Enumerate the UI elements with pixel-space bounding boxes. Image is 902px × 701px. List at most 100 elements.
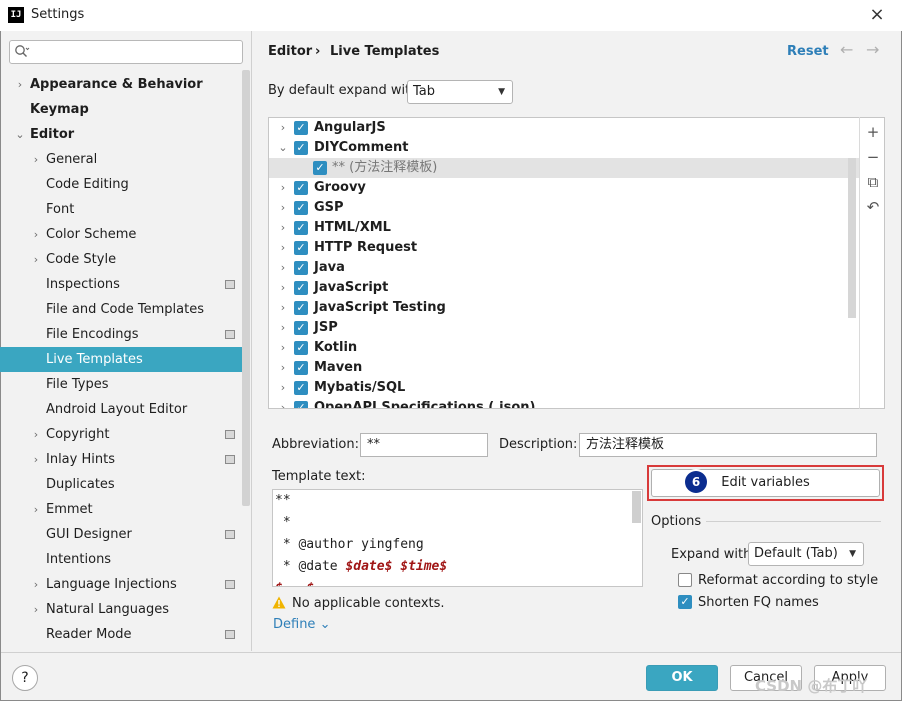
chevron-right-icon: › — [33, 503, 39, 516]
default-expand-select[interactable]: Tab ▼ — [407, 80, 513, 104]
checkbox-checked-icon[interactable]: ✓ — [294, 341, 308, 355]
chevron-right-icon: › — [280, 381, 286, 394]
tree-item-live-templates[interactable]: Live Templates — [0, 347, 250, 372]
checkbox-checked-icon[interactable]: ✓ — [294, 181, 308, 195]
template-group-mybatis-sql[interactable]: › ✓ Mybatis/SQL — [269, 378, 859, 398]
template-group-http-request[interactable]: › ✓ HTTP Request — [269, 238, 859, 258]
template-group-openapi[interactable]: › ✓ OpenAPI Specifications (.json) — [269, 398, 859, 408]
tree-item-label: Inlay Hints — [46, 452, 115, 467]
chevron-right-icon: › — [280, 201, 286, 214]
back-arrow-icon[interactable]: ← — [840, 40, 853, 59]
template-group-java[interactable]: › ✓ Java — [269, 258, 859, 278]
annotation-highlight — [647, 465, 884, 501]
editor-scrollbar[interactable] — [632, 491, 641, 523]
tree-item-font[interactable]: Font — [0, 197, 250, 222]
description-input[interactable]: 方法注释模板 — [579, 433, 877, 457]
remove-icon[interactable]: − — [860, 145, 886, 169]
tree-item-inlay-hints[interactable]: › Inlay Hints — [0, 447, 250, 472]
breadcrumb-parent[interactable]: Editor — [268, 44, 312, 59]
template-group-label: AngularJS — [314, 120, 386, 135]
tree-item-code-style[interactable]: › Code Style — [0, 247, 250, 272]
checkbox-checked-icon[interactable]: ✓ — [294, 141, 308, 155]
tree-item-color-scheme[interactable]: › Color Scheme — [0, 222, 250, 247]
tree-item-editor[interactable]: ⌄ Editor — [0, 122, 250, 147]
checkbox-checked-icon[interactable]: ✓ — [294, 241, 308, 255]
tree-item-reader-mode[interactable]: Reader Mode — [0, 622, 250, 647]
reset-link[interactable]: Reset — [787, 44, 829, 59]
tree-item-label: Live Templates — [46, 352, 143, 367]
tree-item-inspections[interactable]: Inspections — [0, 272, 250, 297]
title-bar — [0, 0, 902, 31]
shorten-fq-checkbox[interactable]: ✓ — [678, 595, 692, 609]
tree-item-label: File and Code Templates — [46, 302, 204, 317]
window-title: Settings — [31, 7, 85, 22]
sidebar-scrollbar[interactable] — [242, 70, 250, 506]
template-group-gsp[interactable]: › ✓ GSP — [269, 198, 859, 218]
define-context-link[interactable]: Define ⌄ — [273, 617, 330, 632]
close-icon[interactable]: × — [866, 3, 888, 27]
panel-divider — [251, 31, 252, 651]
ok-button[interactable]: OK — [646, 665, 718, 691]
template-group-html-xml[interactable]: › ✓ HTML/XML — [269, 218, 859, 238]
checkbox-checked-icon[interactable]: ✓ — [294, 361, 308, 375]
checkbox-checked-icon[interactable]: ✓ — [294, 221, 308, 235]
tree-item-file-types[interactable]: File Types — [0, 372, 250, 397]
tree-item-file-and-code-templates[interactable]: File and Code Templates — [0, 297, 250, 322]
template-group-maven[interactable]: › ✓ Maven — [269, 358, 859, 378]
help-button[interactable]: ? — [12, 665, 38, 691]
tree-item-natural-languages[interactable]: › Natural Languages — [0, 597, 250, 622]
template-text-editor[interactable]: ** * * @author yingfeng * @date $date$ $… — [272, 489, 643, 587]
template-group-kotlin[interactable]: › ✓ Kotlin — [269, 338, 859, 358]
template-group-javascript-testing[interactable]: › ✓ JavaScript Testing — [269, 298, 859, 318]
project-scope-icon — [225, 580, 235, 589]
template-text-label: Template text: — [272, 469, 366, 484]
checkbox-checked-icon[interactable]: ✓ — [294, 121, 308, 135]
forward-arrow-icon[interactable]: → — [866, 40, 879, 59]
settings-search-input[interactable] — [9, 40, 243, 64]
tree-item-file-encodings[interactable]: File Encodings — [0, 322, 250, 347]
checkbox-checked-icon[interactable]: ✓ — [294, 201, 308, 215]
chevron-right-icon: › — [33, 228, 39, 241]
tree-item-language-injections[interactable]: › Language Injections — [0, 572, 250, 597]
template-group-javascript[interactable]: › ✓ JavaScript — [269, 278, 859, 298]
chevron-right-icon: › — [33, 603, 39, 616]
template-tree-scrollbar[interactable] — [848, 158, 856, 318]
checkbox-checked-icon[interactable]: ✓ — [294, 321, 308, 335]
tree-item-duplicates[interactable]: Duplicates — [0, 472, 250, 497]
tree-item-emmet[interactable]: › Emmet — [0, 497, 250, 522]
checkbox-checked-icon[interactable]: ✓ — [294, 301, 308, 315]
tree-item-keymap[interactable]: Keymap — [0, 97, 250, 122]
tree-item-gui-designer[interactable]: GUI Designer — [0, 522, 250, 547]
tree-item-label: Intentions — [46, 552, 112, 567]
tree-item-label: Duplicates — [46, 477, 115, 492]
template-group-groovy[interactable]: › ✓ Groovy — [269, 178, 859, 198]
checkbox-checked-icon[interactable]: ✓ — [294, 261, 308, 275]
abbreviation-input[interactable]: ** — [360, 433, 488, 457]
abbreviation-label: Abbreviation: — [272, 437, 360, 452]
define-label: Define — [273, 617, 316, 632]
tree-item-android-layout-editor[interactable]: Android Layout Editor — [0, 397, 250, 422]
tree-item-copyright[interactable]: › Copyright — [0, 422, 250, 447]
expand-with-select[interactable]: Default (Tab) ▼ — [748, 542, 864, 566]
chevron-right-icon: › — [280, 221, 286, 234]
template-item-method-comment[interactable]: ✓ ** (方法注释模板) — [269, 158, 859, 178]
restore-icon[interactable]: ↶ — [860, 195, 886, 219]
breadcrumb-current: Live Templates — [330, 44, 440, 59]
template-group-label: JavaScript — [314, 280, 389, 295]
tree-item-general[interactable]: › General — [0, 147, 250, 172]
tree-item-intentions[interactable]: Intentions — [0, 547, 250, 572]
checkbox-checked-icon[interactable]: ✓ — [294, 401, 308, 408]
copy-icon[interactable]: ⧉ — [860, 170, 886, 194]
tree-item-code-editing[interactable]: Code Editing — [0, 172, 250, 197]
template-group-jsp[interactable]: › ✓ JSP — [269, 318, 859, 338]
add-icon[interactable]: + — [860, 120, 886, 144]
tree-item-appearance-behavior[interactable]: › Appearance & Behavior — [0, 72, 250, 97]
template-group-angularjs[interactable]: › ✓ AngularJS — [269, 118, 859, 138]
description-label: Description: — [499, 437, 578, 452]
checkbox-checked-icon[interactable]: ✓ — [313, 161, 327, 175]
template-group-diycomment[interactable]: ⌄ ✓ DIYComment — [269, 138, 859, 158]
reformat-checkbox[interactable] — [678, 573, 692, 587]
checkbox-checked-icon[interactable]: ✓ — [294, 381, 308, 395]
step-number-badge: 6 — [685, 471, 707, 493]
checkbox-checked-icon[interactable]: ✓ — [294, 281, 308, 295]
